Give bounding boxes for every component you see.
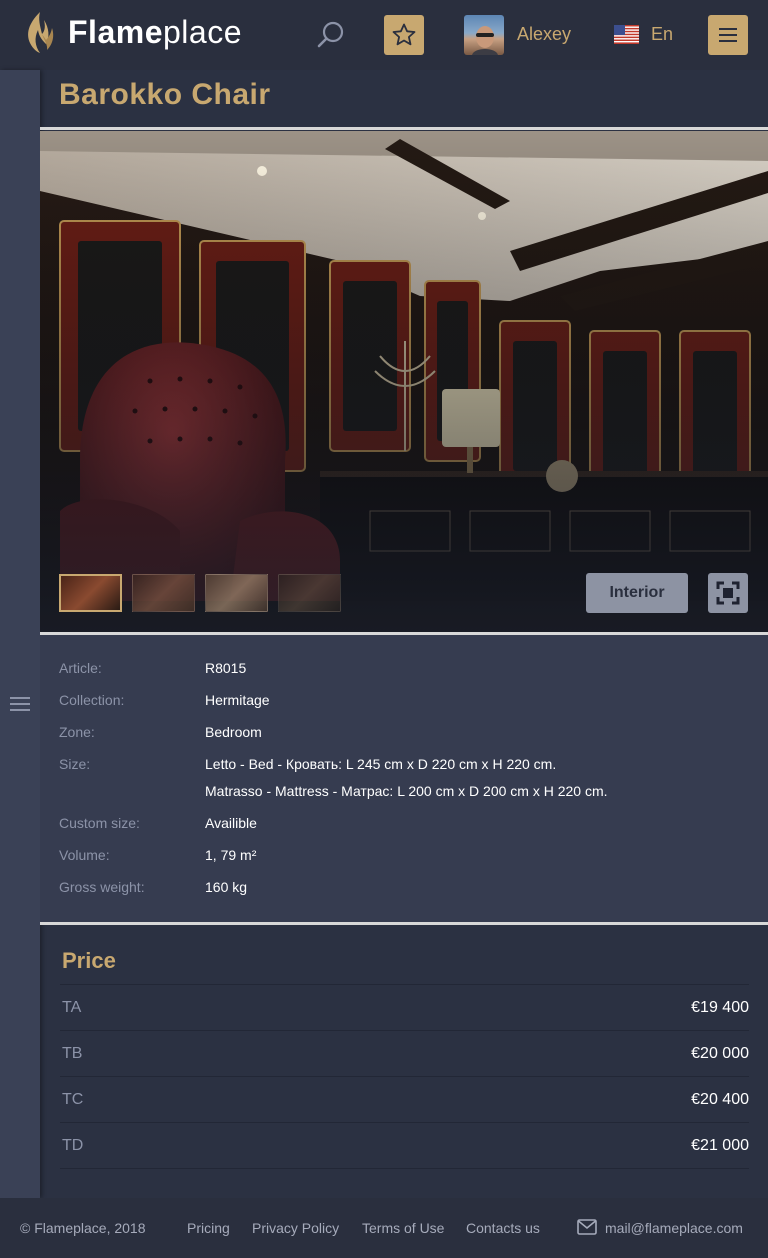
- flame-logo-icon[interactable]: [22, 10, 58, 54]
- spec-label-gross-weight: Gross weight:: [59, 879, 145, 895]
- price-tier: TA: [62, 998, 82, 1016]
- spec-value-zone: Bedroom: [205, 724, 262, 740]
- spec-value-gross-weight: 160 kg: [205, 879, 248, 895]
- footer-link-pricing[interactable]: Pricing: [187, 1220, 230, 1236]
- price-amount: €20 000: [691, 1044, 749, 1062]
- divider: [40, 127, 768, 130]
- gallery-thumbnail[interactable]: [278, 574, 341, 612]
- price-heading: Price: [62, 948, 116, 973]
- price-amount: €19 400: [691, 998, 749, 1016]
- search-icon[interactable]: [316, 20, 346, 50]
- language-selector[interactable]: En: [651, 24, 673, 45]
- price-tier: TB: [62, 1044, 83, 1062]
- side-rail: [0, 70, 40, 1198]
- price-row: TD €21 000: [60, 1122, 749, 1168]
- gallery-thumbnail[interactable]: [205, 574, 268, 612]
- footer-link-terms-of-use[interactable]: Terms of Use: [362, 1220, 444, 1236]
- spec-label-article: Article:: [59, 660, 102, 676]
- spec-value-collection[interactable]: Hermitage: [205, 692, 270, 708]
- star-icon: [392, 23, 416, 46]
- brand-light: place: [162, 14, 242, 50]
- fullscreen-button[interactable]: [708, 573, 748, 613]
- mail-icon: [577, 1219, 597, 1235]
- gallery-main-image: [40, 131, 768, 632]
- fullscreen-icon: [716, 581, 740, 605]
- product-title: Barokko Chair: [59, 78, 271, 111]
- spec-label-volume: Volume:: [59, 847, 110, 863]
- hamburger-menu-icon[interactable]: [708, 15, 748, 55]
- spec-value-size-mattress: Matrasso - Mattress - Матрас: L 200 cm x…: [205, 783, 608, 799]
- spec-value-article: R8015: [205, 660, 247, 676]
- interior-button[interactable]: Interior: [586, 573, 688, 613]
- brand-name[interactable]: Flameplace: [68, 14, 242, 51]
- user-avatar[interactable]: [464, 15, 504, 55]
- gallery-thumbnail[interactable]: [132, 574, 195, 612]
- price-tier: TD: [62, 1136, 84, 1154]
- divider: [60, 1168, 749, 1169]
- product-gallery[interactable]: [40, 131, 768, 632]
- spec-label-size: Size:: [59, 756, 91, 772]
- spec-label-custom-size: Custom size:: [59, 815, 140, 831]
- copyright: © Flameplace, 2018: [20, 1220, 146, 1236]
- price-amount: €20 400: [691, 1090, 749, 1108]
- price-amount: €21 000: [691, 1136, 749, 1154]
- favorites-button[interactable]: [384, 15, 424, 55]
- divider: [40, 922, 768, 925]
- side-menu-icon[interactable]: [10, 697, 30, 711]
- spec-value-size-bed: Letto - Bed - Кровать: L 245 cm x D 220 …: [205, 756, 557, 772]
- footer-link-privacy-policy[interactable]: Privacy Policy: [252, 1220, 339, 1236]
- spec-label-zone: Zone:: [59, 724, 95, 740]
- price-row: TB €20 000: [60, 1030, 749, 1076]
- footer-email-link[interactable]: mail@flameplace.com: [605, 1220, 743, 1236]
- spec-value-custom-size: Availible: [205, 815, 257, 831]
- price-row: TC €20 400: [60, 1076, 749, 1122]
- avatar-image: [472, 26, 498, 55]
- user-name[interactable]: Alexey: [517, 24, 571, 45]
- footer-link-contacts[interactable]: Contacts us: [466, 1220, 540, 1236]
- brand-bold: Flame: [68, 14, 163, 50]
- spec-panel: [40, 635, 768, 922]
- us-flag-icon[interactable]: [614, 25, 639, 44]
- spec-label-collection: Collection:: [59, 692, 125, 708]
- price-row: TA €19 400: [60, 984, 749, 1030]
- spec-value-volume: 1, 79 m²: [205, 847, 257, 863]
- gallery-thumbnail[interactable]: [59, 574, 122, 612]
- price-tier: TC: [62, 1090, 84, 1108]
- top-header: Flameplace Alexey En: [0, 0, 768, 70]
- footer: © Flameplace, 2018 Pricing Privacy Polic…: [0, 1198, 768, 1258]
